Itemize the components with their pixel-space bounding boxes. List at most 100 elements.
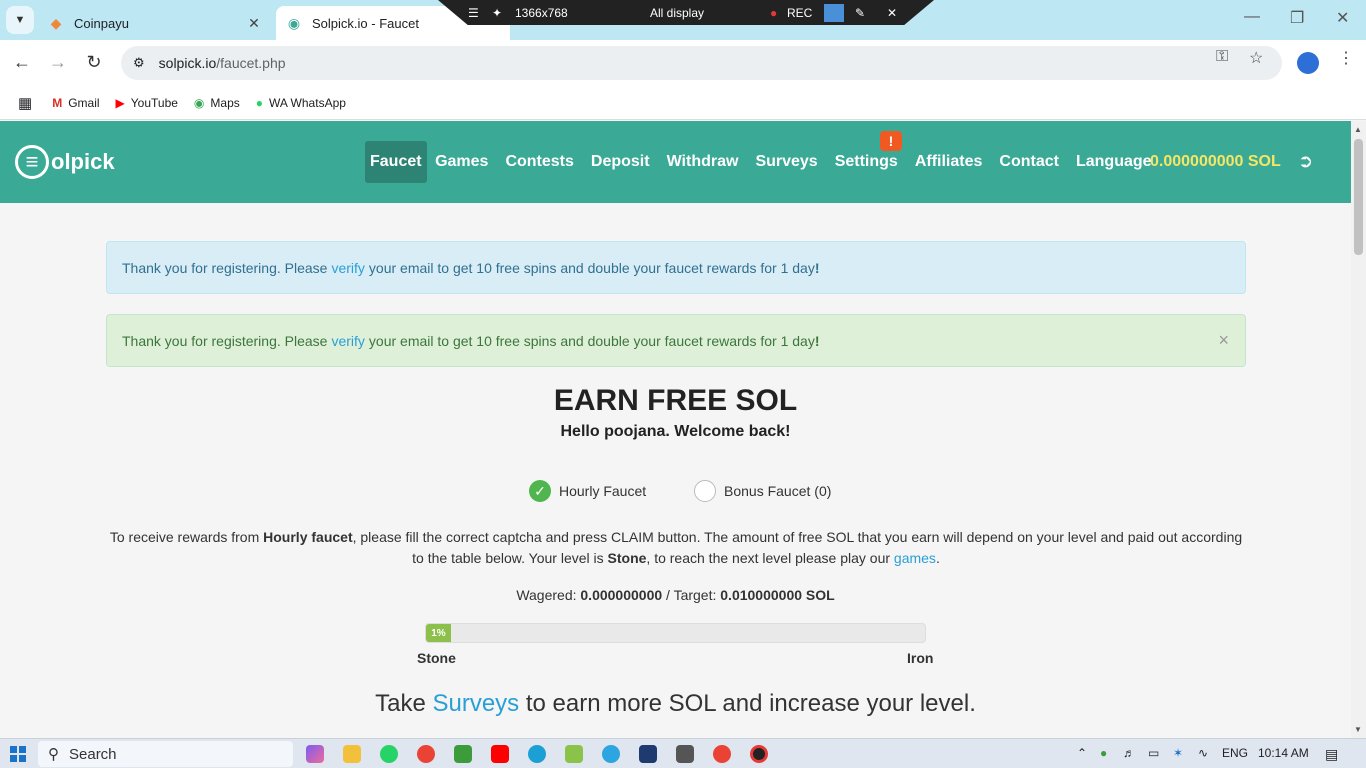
camera-app-icon[interactable] [676,745,694,763]
bookmark-gmail[interactable]: M Gmail [52,96,99,110]
youtube-icon: ▶ [115,95,125,110]
solpick-logo-icon: ≡ [15,145,49,179]
status-icon[interactable]: ● [1100,746,1107,760]
store-icon[interactable] [565,745,583,763]
menu-icon[interactable]: ☰ [468,6,479,20]
nav-surveys[interactable]: Surveys [747,141,826,183]
star-icon[interactable]: ☆ [1249,48,1263,68]
notifications-icon[interactable]: ▤ [1325,746,1338,763]
app-icon[interactable] [639,745,657,763]
back-arrow-icon[interactable]: ← [10,52,34,73]
volume-icon[interactable]: ♬ [1123,746,1135,760]
settings-alert-badge: ! [880,131,902,151]
reload-icon[interactable]: ↻ [82,52,106,73]
gmail-icon: M [52,95,63,110]
close-window-icon[interactable]: ✕ [1336,8,1349,28]
verify-link[interactable]: verify [331,260,364,276]
apps-grid-icon[interactable]: ▦ [18,94,32,112]
telegram-icon[interactable] [602,745,620,763]
tab-search-button[interactable]: ▼ [6,6,34,34]
whatsapp-icon[interactable] [380,745,398,763]
nav-contests[interactable]: Contests [497,141,582,183]
tab-coinpayu[interactable]: ◆ Coinpayu ✕ [38,6,272,40]
taskbar-search[interactable]: ⚲ Search [38,741,293,767]
site-info-icon[interactable]: ⚙ [133,55,145,71]
nav-withdraw[interactable]: Withdraw [658,141,747,183]
camera-icon[interactable] [824,4,844,22]
bookmark-whatsapp[interactable]: ● WA WhatsApp [256,96,346,110]
solpick-favicon-icon: ◉ [287,14,301,31]
site-header: ≡ olpick Faucet Games Contests Deposit W… [0,121,1351,203]
address-bar[interactable]: ⚙ solpick.io/faucet.php [121,46,1282,80]
whatsapp-icon: ● [255,95,263,110]
chrome-icon[interactable] [417,745,435,763]
nav-affiliates[interactable]: Affiliates [906,141,991,183]
radio-empty-icon [694,480,716,502]
recorder-resolution: 1366x768 [515,6,568,20]
battery-icon[interactable]: ▭ [1148,746,1159,760]
bluetooth-icon[interactable]: ✶ [1173,746,1183,760]
scrollbar-thumb[interactable] [1354,139,1363,255]
pin-icon[interactable]: ✦ [492,6,502,20]
current-level: Stone [417,650,456,666]
minimize-icon[interactable]: — [1244,8,1260,26]
rec-label[interactable]: REC [787,6,812,20]
nav-language[interactable]: Language [1067,141,1160,183]
edge-icon[interactable] [528,745,546,763]
recorder-icon[interactable] [750,745,768,763]
youtube-icon[interactable] [491,745,509,763]
wager-status: Wagered: 0.000000000 / Target: 0.0100000… [516,587,835,603]
close-icon[interactable]: ✕ [887,6,897,20]
scroll-down-icon[interactable]: ▼ [1354,725,1362,734]
close-alert-button[interactable]: × [1218,330,1229,351]
tab-title: Coinpayu [74,15,129,31]
welcome-message: Hello poojana. Welcome back! [560,423,791,440]
profile-avatar[interactable] [1297,52,1319,74]
level-progress-bar: 1% [425,623,926,643]
faucet-page: Thank you for registering. Please verify… [0,203,1351,738]
scroll-up-icon[interactable]: ▲ [1354,125,1362,134]
browser-tab-strip: ▼ ◆ Coinpayu ✕ ◉ Solpick.io - Faucet ☰ ✦… [0,0,1366,40]
bookmark-youtube[interactable]: ▶ YouTube [116,96,178,110]
solpick-logo[interactable]: ≡ olpick [15,145,115,179]
hourly-faucet-option[interactable]: ✓ Hourly Faucet [529,480,646,502]
coinpayu-favicon-icon: ◆ [50,14,62,31]
file-explorer-icon[interactable] [343,745,361,763]
logo-text: olpick [51,149,115,174]
verify-link[interactable]: verify [331,333,364,349]
screen-recorder-bar: ☰ ✦ 1366x768 All display ● REC ✎ ✕ [438,0,934,25]
clock[interactable]: 10:14 AM [1258,746,1309,760]
logout-icon[interactable]: ➲ [1298,151,1313,172]
wifi-icon[interactable]: ∿ [1198,746,1208,760]
more-menu-icon[interactable]: ⋮ [1338,48,1354,68]
bookmark-maps[interactable]: ◉ Maps [194,96,240,110]
chrome-icon[interactable] [713,745,731,763]
forward-arrow-icon[interactable]: → [46,52,70,73]
app-icon[interactable] [454,745,472,763]
key-icon[interactable]: ⚿ [1216,48,1228,66]
language-indicator[interactable]: ENG [1222,746,1248,760]
games-link[interactable]: games [894,550,936,566]
tray-chevron-icon[interactable]: ⌃ [1077,746,1087,760]
windows-start-icon[interactable] [10,746,26,762]
check-icon: ✓ [529,480,551,502]
nav-deposit[interactable]: Deposit [582,141,658,183]
close-icon[interactable]: ✕ [246,15,262,31]
nav-faucet[interactable]: Faucet [365,141,427,183]
surveys-link[interactable]: Surveys [432,690,519,717]
main-menu: Faucet Games Contests Deposit Withdraw S… [365,141,1160,183]
copilot-icon[interactable] [306,745,324,763]
faucet-instructions: To receive rewards from Hourly faucet, p… [109,529,1243,566]
pen-icon[interactable]: ✎ [855,6,865,20]
nav-games[interactable]: Games [427,141,497,183]
info-alert: Thank you for registering. Please verify… [106,241,1246,294]
restore-icon[interactable]: ❐ [1290,8,1304,28]
chevron-down-icon: ▼ [14,14,26,26]
page-scrollbar[interactable]: ▲ ▼ [1351,121,1366,738]
nav-contact[interactable]: Contact [991,141,1068,183]
bonus-faucet-option[interactable]: Bonus Faucet (0) [694,480,831,502]
url-path: /faucet.php [216,55,286,71]
record-dot-icon[interactable]: ● [770,6,777,20]
recorder-mode[interactable]: All display [650,6,704,20]
success-alert: Thank you for registering. Please verify… [106,314,1246,367]
